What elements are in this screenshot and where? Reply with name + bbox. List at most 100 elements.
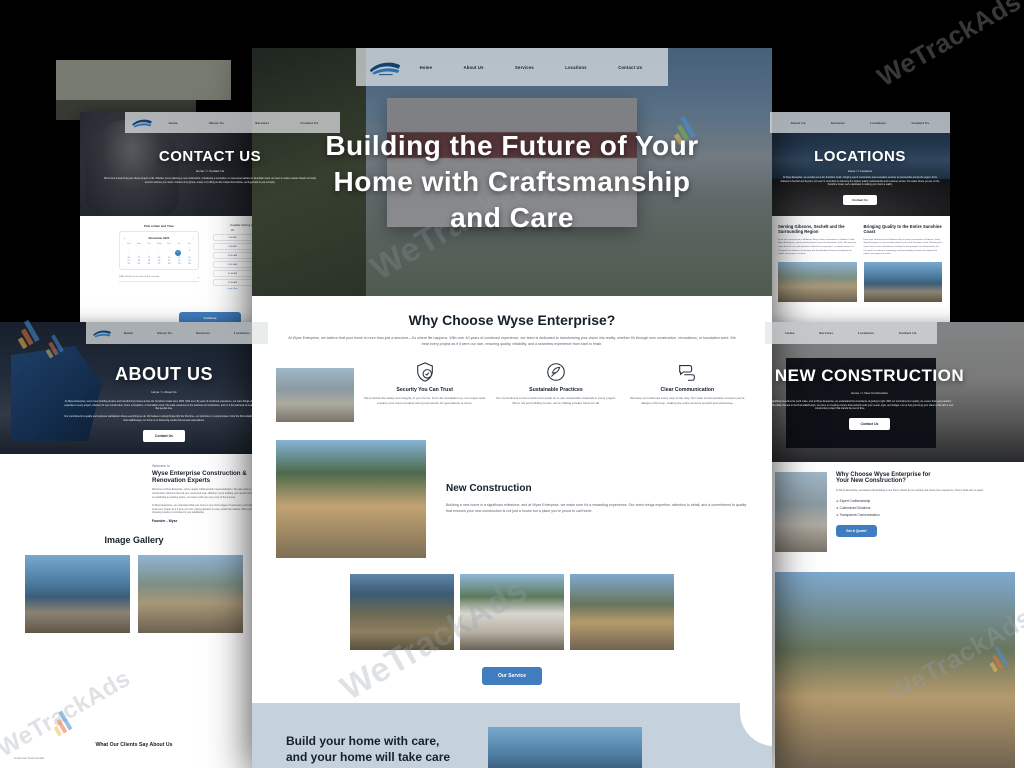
locations-right-photo <box>863 261 942 302</box>
timezone-select[interactable]: (GMT-08:00) Pacific Time (US & Canada) ▾ <box>119 276 199 282</box>
nc-bullet-label: Expert Craftsmanship <box>839 499 871 504</box>
nc-nav-item-3[interactable]: Locations <box>858 331 874 335</box>
home-navbar[interactable]: Home About Us Services Locations Contact… <box>356 48 668 86</box>
feature-title: Security You Can Trust <box>396 386 453 393</box>
am-slot[interactable]: 9:00 AM <box>212 234 253 241</box>
calendar-widget[interactable]: ‹ November 2024 › Sun Mon Tue Wed Thu Fr… <box>119 231 199 270</box>
feature-title: Sustainable Practices <box>529 386 583 393</box>
about-nav-item-1[interactable]: About Us <box>157 331 172 335</box>
load-more-link[interactable]: Load More <box>213 288 253 290</box>
home-why-section: Why Choose Wyse Enterprise? At Wyse Ente… <box>252 296 772 354</box>
home-features-row: Security You Can Trust We prioritize the… <box>252 353 772 434</box>
about-testimonials-sub: Customer Testimonials <box>14 756 45 760</box>
locations-contact-button[interactable]: Contact Us <box>843 194 877 205</box>
weekday-thu: Thu <box>167 243 171 245</box>
contact-nav-item-4[interactable]: Contact Us <box>301 121 319 125</box>
gallery-item[interactable] <box>460 573 564 650</box>
panel-about-us: Home About Us Services Locations ABOUT U… <box>0 322 268 768</box>
locations-nav-item-3[interactable]: Locations <box>870 121 886 125</box>
wyse-enterprise-logo[interactable] <box>131 116 153 130</box>
about-nav-item-2[interactable]: Services <box>196 331 210 335</box>
locations-nav-item-4[interactable]: Contact Us <box>911 121 929 125</box>
am-slot[interactable]: 11:00 AM <box>212 270 253 277</box>
nc-bullet-label: Customized Solutions <box>839 506 871 511</box>
locations-nav-links[interactable]: About Us Services Locations Contact Us <box>778 121 942 125</box>
locations-left-title: Serving Gibsons, Sechelt and the Surroun… <box>778 224 845 235</box>
about-hero-desc-2: Our commitment to quality and customer s… <box>64 415 264 422</box>
closing-photo <box>488 726 642 768</box>
am-slot[interactable]: 10:00 AM <box>212 252 253 259</box>
about-contact-button[interactable]: Contact Us <box>143 429 185 442</box>
home-nav-item-about[interactable]: About Us <box>463 65 483 70</box>
home-cta-row: Our Service <box>252 649 772 703</box>
locations-cards: Serving Gibsons, Sechelt and the Surroun… <box>770 216 950 330</box>
nc-nav-links[interactable]: Home Services Locations Contact Us <box>773 331 929 335</box>
screenshot-collage-stage: Home About Us Services Contact Us CONTAC… <box>0 0 1024 768</box>
nc-contact-button[interactable]: Contact Us <box>848 418 891 431</box>
contact-nav-links[interactable]: Home About Us Services Contact Us <box>153 121 334 125</box>
nc-nav-item-4[interactable]: Contact Us <box>899 331 917 335</box>
about-nav-item-3[interactable]: Locations <box>234 331 250 335</box>
calendar-day-selected[interactable]: 8 <box>174 250 181 256</box>
panel-home-main: Home About Us Services Locations Contact… <box>252 48 772 768</box>
home-nav-item-services[interactable]: Services <box>515 65 534 70</box>
locations-card-left: Serving Gibsons, Sechelt and the Surroun… <box>778 224 857 322</box>
calendar-next-icon[interactable]: › <box>193 236 194 240</box>
logo-mark-icon <box>93 330 111 338</box>
am-column[interactable]: AM 9:00 AM 9:30 AM 10:00 AM 10:30 AM 11:… <box>212 230 253 290</box>
nc-quote-button[interactable]: Get A Quote! <box>836 525 877 538</box>
about-gallery-image[interactable] <box>138 555 243 634</box>
nc-bullet-list: ➔ Expert Craftsmanship ➔ Customized Solu… <box>836 499 1014 517</box>
new-construction-photo <box>276 439 426 558</box>
nc-why-title-2: Your New Construction? <box>836 478 906 484</box>
gallery-item[interactable] <box>350 573 454 650</box>
home-nav-links[interactable]: Home About Us Services Locations Contact… <box>404 65 658 70</box>
locations-nav-item-1[interactable]: About Us <box>791 121 806 125</box>
weekday-mon: Mon <box>136 243 142 245</box>
features-photo <box>276 367 354 422</box>
home-hero-title-line-1: Building the Future of Your <box>325 130 699 161</box>
feature-text: We keep you informed every step of the w… <box>630 395 745 405</box>
nc-navbar[interactable]: Home Services Locations Contact Us <box>765 322 937 344</box>
new-construction-text: Building a new home is a significant mil… <box>446 502 747 514</box>
calendar-prev-icon[interactable]: ‹ <box>124 236 125 240</box>
home-nav-item-home[interactable]: Home <box>420 65 432 70</box>
about-navbar[interactable]: Home About Us Services Locations <box>86 322 268 344</box>
about-welcome-eyebrow: Welcome to <box>152 464 170 468</box>
about-hero: Home About Us Services Locations ABOUT U… <box>0 322 268 454</box>
feature-text: Our commitment to the environment leads … <box>496 395 616 405</box>
closing-headline-line-1: Build your home with care, <box>286 733 440 748</box>
panel-locations: About Us Services Locations Contact Us L… <box>770 112 950 330</box>
date-picker-block[interactable]: Pick a Date and Time ‹ November 2024 › S… <box>119 224 199 290</box>
am-slot[interactable]: 10:30 AM <box>212 261 253 268</box>
about-hero-desc-1: At Wyse Enterprise, we've been building … <box>64 400 264 411</box>
home-nav-item-contact[interactable]: Contact Us <box>618 65 642 70</box>
wyse-enterprise-logo[interactable] <box>366 55 404 79</box>
home-nav-item-locations[interactable]: Locations <box>565 65 587 70</box>
contact-nav-item-2[interactable]: Services <box>255 121 269 125</box>
about-welcome-text-1: Welcome to Wyse Enterprise, where qualit… <box>152 488 268 499</box>
locations-nav-item-2[interactable]: Services <box>831 121 845 125</box>
contact-navbar[interactable]: Home About Us Services Contact Us <box>125 112 340 133</box>
nc-nav-item-2[interactable]: Services <box>819 331 833 335</box>
shield-check-icon <box>364 360 485 384</box>
am-slot[interactable]: 11:30 AM <box>212 279 253 286</box>
about-testimonials-title: What Our Clients Say About Us <box>95 742 173 748</box>
locations-hero: About Us Services Locations Contact Us L… <box>770 112 950 216</box>
am-slot[interactable]: 9:30 AM <box>212 243 253 250</box>
calendar-grid[interactable]: 2 34567 8 9 10 11 12 13 14 15 16 17 18 19 20 21 22 2… <box>124 247 194 265</box>
locations-navbar[interactable]: About Us Services Locations Contact Us <box>770 112 950 133</box>
nc-nav-item-0[interactable]: Home <box>785 331 794 335</box>
wyse-enterprise-logo[interactable] <box>92 327 112 340</box>
locations-left-photo <box>778 261 857 302</box>
chevron-down-icon: ▾ <box>197 277 199 279</box>
panel-partial-topleft <box>56 60 231 100</box>
our-service-button[interactable]: Our Service <box>481 666 543 685</box>
about-gallery-image[interactable] <box>25 555 130 634</box>
contact-nav-item-1[interactable]: About Us <box>209 121 224 125</box>
gallery-item[interactable] <box>570 573 674 650</box>
contact-nav-item-0[interactable]: Home <box>169 121 178 125</box>
about-nav-item-0[interactable]: Home <box>124 331 133 335</box>
about-welcome-text-2: At Wyse Enterprise, we understand that y… <box>152 503 268 515</box>
about-nav-links[interactable]: Home About Us Services Locations <box>112 331 262 335</box>
